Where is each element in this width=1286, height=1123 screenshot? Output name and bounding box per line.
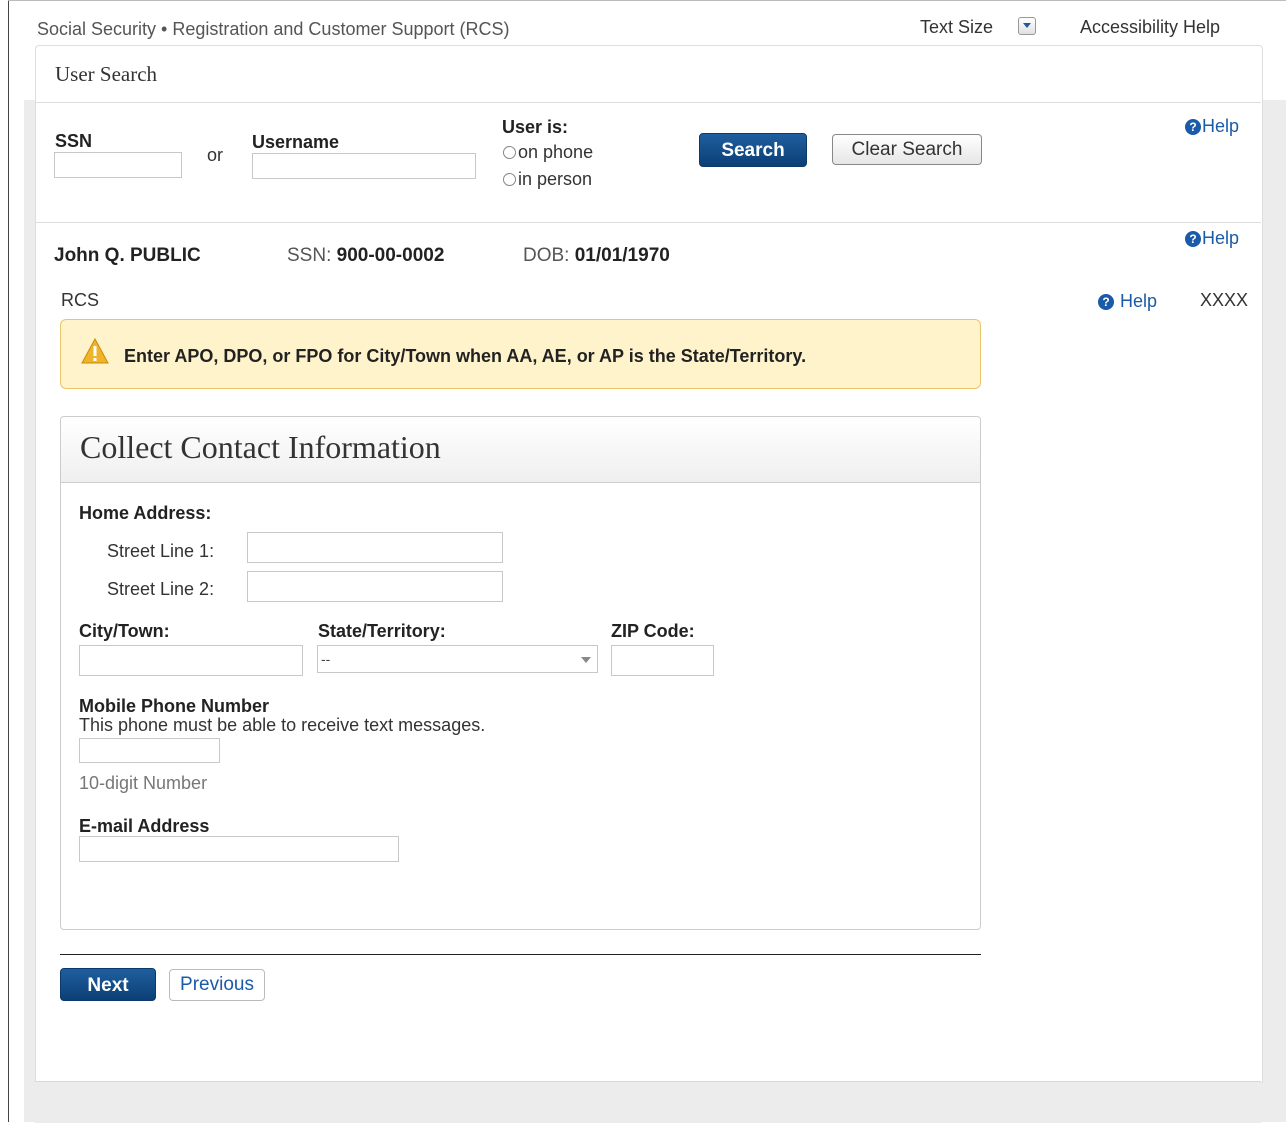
ssn-value: 900-00-0002 [336, 245, 445, 266]
divider [36, 102, 1261, 103]
clear-search-button[interactable]: Clear Search [832, 134, 982, 165]
city-label: City/Town: [79, 621, 170, 641]
person-help-link[interactable]: ? Help [1185, 228, 1239, 249]
user-search-help-link[interactable]: ? Help [1185, 116, 1239, 137]
app-title: Social Security • Registration and Custo… [37, 19, 510, 39]
ssn-key: SSN: [287, 245, 332, 266]
question-icon: ? [1098, 294, 1114, 310]
zip-input[interactable] [611, 645, 714, 676]
mobile-phone-format: 10-digit Number [79, 773, 208, 793]
text-size-label: Text Size [920, 17, 994, 37]
card-header: Collect Contact Information [61, 417, 980, 483]
mobile-phone-input[interactable] [79, 738, 220, 763]
state-select[interactable]: -- [317, 645, 598, 673]
email-input[interactable] [79, 836, 399, 862]
username-input[interactable] [252, 153, 476, 179]
radio-on-phone[interactable]: on phone [503, 142, 593, 163]
username-label: Username [252, 132, 340, 152]
footer-strip [35, 1081, 1261, 1123]
home-address-label: Home Address: [79, 503, 212, 523]
person-dob: DOB: 01/01/1970 [523, 245, 670, 267]
help-label: Help [1120, 291, 1158, 311]
section-label: RCS [61, 290, 100, 310]
person-ssn: SSN: 900-00-0002 [287, 245, 444, 267]
warning-alert: Enter APO, DPO, or FPO for City/Town whe… [60, 319, 981, 389]
radio-label: in person [518, 169, 593, 189]
user-search-title: User Search [55, 62, 158, 86]
search-button[interactable]: Search [699, 133, 807, 167]
city-input[interactable] [79, 645, 303, 676]
state-label: State/Territory: [318, 621, 446, 641]
section-help-link[interactable]: ? Help [1098, 291, 1157, 312]
or-label: or [207, 145, 224, 165]
radio-in-person[interactable]: in person [503, 169, 592, 190]
radio-circle-icon[interactable] [503, 173, 516, 186]
mobile-phone-hint: This phone must be able to receive text … [79, 715, 486, 735]
radio-circle-icon[interactable] [503, 146, 516, 159]
street-line-2-input[interactable] [247, 571, 503, 602]
question-icon: ? [1185, 231, 1201, 247]
window-left-border [8, 0, 9, 1122]
street-line-1-label: Street Line 1: [107, 541, 215, 561]
top-header-bar: Social Security • Registration and Custo… [9, 1, 1286, 45]
radio-label: on phone [518, 142, 594, 162]
ssn-input[interactable] [54, 152, 182, 178]
help-label: Help [1202, 228, 1240, 248]
state-selected-value: -- [321, 651, 331, 667]
next-button[interactable]: Next [60, 968, 156, 1001]
help-label: Help [1202, 116, 1240, 136]
warning-icon [81, 338, 109, 364]
ssn-label: SSN [55, 131, 93, 151]
section-code: XXXX [1200, 290, 1249, 310]
accessibility-help-link[interactable]: Accessibility Help [1080, 17, 1220, 38]
divider [60, 954, 981, 955]
question-icon: ? [1185, 119, 1201, 135]
email-label: E-mail Address [79, 816, 210, 836]
divider [36, 222, 1261, 223]
dob-value: 01/01/1970 [574, 245, 670, 266]
street-line-1-input[interactable] [247, 532, 503, 563]
chevron-down-icon [581, 657, 591, 663]
mobile-phone-label: Mobile Phone Number [79, 696, 270, 716]
user-is-label: User is: [502, 117, 569, 137]
person-name: John Q. PUBLIC [54, 245, 201, 266]
previous-button[interactable]: Previous [169, 969, 265, 1001]
alert-message: Enter APO, DPO, or FPO for City/Town whe… [124, 346, 807, 366]
text-size-dropdown-icon[interactable] [1018, 17, 1036, 35]
zip-label: ZIP Code: [611, 621, 695, 641]
street-line-2-label: Street Line 2: [107, 579, 215, 599]
card-title: Collect Contact Information [80, 429, 441, 465]
dob-key: DOB: [523, 245, 570, 266]
